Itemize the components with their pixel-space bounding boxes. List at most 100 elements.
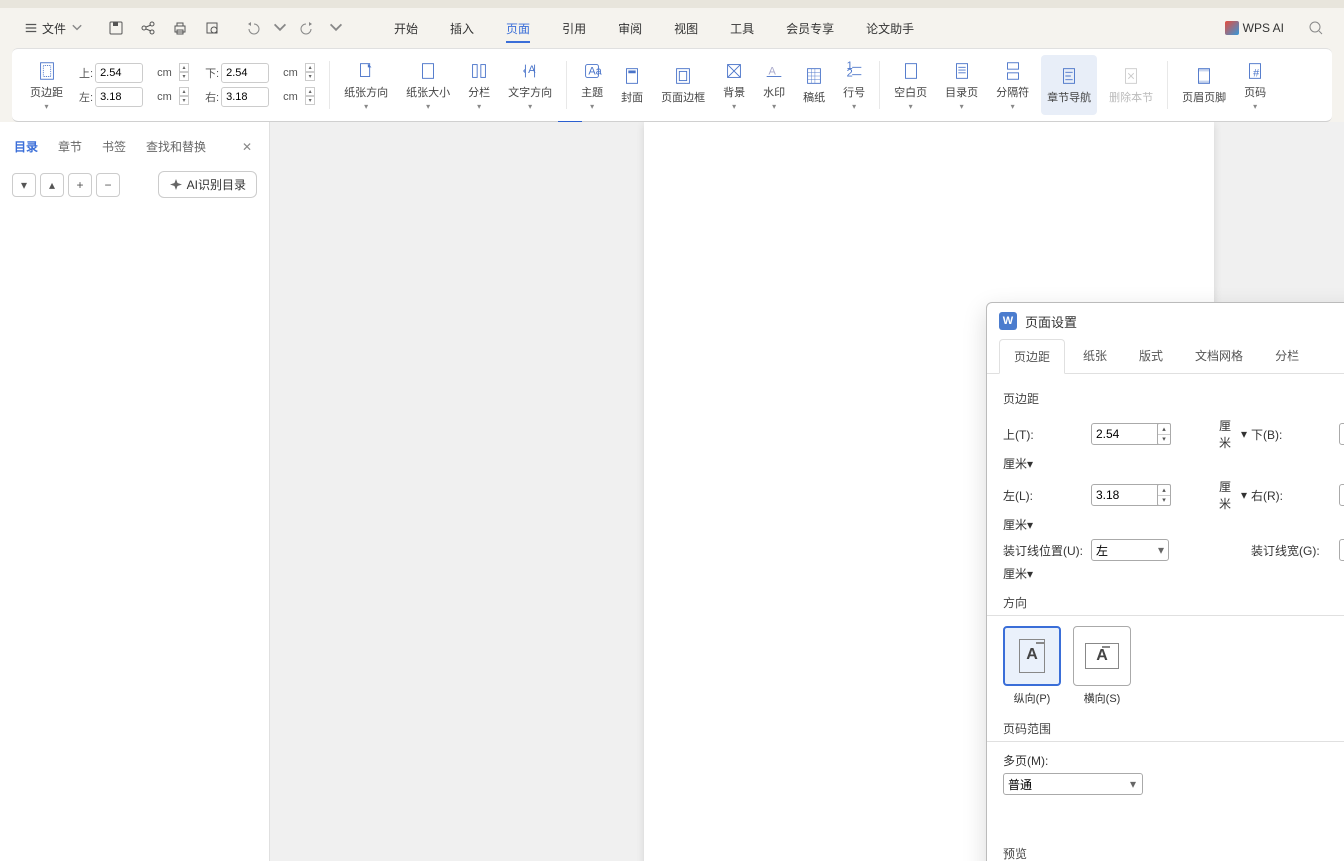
sidebar-tab-chapters[interactable]: 章节 xyxy=(56,134,84,159)
toc-page-button[interactable]: 目录页 xyxy=(939,55,984,115)
landscape-button[interactable]: A xyxy=(1073,626,1131,686)
print-preview-button[interactable] xyxy=(200,16,224,40)
multi-page-combo[interactable]: 普通 xyxy=(1003,773,1143,795)
landscape-label: 横向(S) xyxy=(1084,690,1121,706)
dialog-tab-columns[interactable]: 分栏 xyxy=(1261,339,1313,373)
delete-chapter-button: 删除本节 xyxy=(1103,55,1159,115)
svg-text:#: # xyxy=(1253,67,1260,79)
margin-left-input[interactable] xyxy=(95,87,143,107)
margin-left-spinner[interactable]: ▴▾ xyxy=(179,87,191,107)
line-number-button[interactable]: 12行号 xyxy=(837,55,871,115)
margin-top-spinner[interactable]: ▴▾ xyxy=(179,63,191,83)
search-button[interactable] xyxy=(1304,16,1328,40)
margin-right-label: 右: xyxy=(205,89,219,105)
ribbon: 页边距 上: cm ▴▾ 左: cm ▴▾ 下: cm ▴▾ 右: cm ▴▾ … xyxy=(12,48,1332,122)
sidebar-tab-bookmarks[interactable]: 书签 xyxy=(100,134,128,159)
tab-page[interactable]: 页面 xyxy=(492,12,544,45)
page-number-button[interactable]: #页码 xyxy=(1238,55,1272,115)
paper-size-button[interactable]: 纸张大小 xyxy=(400,55,456,115)
undo-button[interactable] xyxy=(240,16,264,40)
dlg-left-spinner[interactable]: ▴▾ xyxy=(1157,484,1171,506)
tab-member[interactable]: 会员专享 xyxy=(772,12,848,45)
undo-redo-group xyxy=(240,16,348,40)
margin-bottom-spinner[interactable]: ▴▾ xyxy=(305,63,317,83)
columns-button[interactable]: 分栏 xyxy=(462,55,496,115)
dlg-right-label: 右(R): xyxy=(1251,487,1335,504)
cover-button[interactable]: 封面 xyxy=(615,55,649,115)
margin-right-spinner[interactable]: ▴▾ xyxy=(305,87,317,107)
dlg-top-unit[interactable]: 厘米▾ xyxy=(1219,417,1247,451)
dialog-tab-grid[interactable]: 文档网格 xyxy=(1181,339,1257,373)
wps-ai-button[interactable]: WPS AI xyxy=(1225,21,1284,35)
dlg-left-input[interactable] xyxy=(1091,484,1161,506)
ai-sparkle-icon xyxy=(169,178,183,192)
margin-bottom-label: 下: xyxy=(205,65,219,81)
save-button[interactable] xyxy=(104,16,128,40)
sidebar-close-button[interactable]: ✕ xyxy=(237,137,257,157)
chevron-down-icon xyxy=(70,21,84,35)
print-button[interactable] xyxy=(168,16,192,40)
dlg-gutter-unit[interactable]: 厘米▾ xyxy=(1003,565,1087,582)
document-canvas[interactable]: W 页面设置 ✕ 页边距 纸张 版式 文档网格 分栏 页边距 上(T): ▴▾ … xyxy=(270,122,1344,861)
tab-tools[interactable]: 工具 xyxy=(716,12,768,45)
preview-section-header: 预览 xyxy=(1003,845,1344,861)
share-button[interactable] xyxy=(136,16,160,40)
separator-button[interactable]: 分隔符 xyxy=(990,55,1035,115)
watermark-button[interactable]: A水印 xyxy=(757,55,791,115)
margin-top-input[interactable] xyxy=(95,63,143,83)
portrait-button[interactable]: A xyxy=(1003,626,1061,686)
margin-right-input[interactable] xyxy=(221,87,269,107)
ai-detect-toc-button[interactable]: AI识别目录 xyxy=(158,171,257,198)
chapter-nav-button[interactable]: 章节导航 xyxy=(1041,55,1097,115)
nav-up-button[interactable]: ▴ xyxy=(40,173,64,197)
wps-ai-icon xyxy=(1225,21,1239,35)
menubar: 文件 开始 插入 页面 引用 审阅 视图 工具 会员专享 论文助手 WPS AI xyxy=(0,8,1344,48)
tab-view[interactable]: 视图 xyxy=(660,12,712,45)
dialog-titlebar[interactable]: W 页面设置 ✕ xyxy=(987,303,1344,339)
dlg-top-input[interactable] xyxy=(1091,423,1161,445)
dlg-gutter-pos-combo[interactable]: 左 xyxy=(1091,539,1169,561)
dlg-left-unit[interactable]: 厘米▾ xyxy=(1219,478,1247,512)
page-margins-button[interactable]: 页边距 xyxy=(24,55,69,115)
dlg-bottom-unit[interactable]: 厘米▾ xyxy=(1003,455,1087,472)
tab-review[interactable]: 审阅 xyxy=(604,12,656,45)
dlg-gutter-pos-label: 装订线位置(U): xyxy=(1003,542,1087,559)
background-button[interactable]: 背景 xyxy=(717,55,751,115)
svg-text:Aa: Aa xyxy=(588,65,602,77)
header-footer-button[interactable]: 页眉页脚 xyxy=(1176,55,1232,115)
redo-dropdown[interactable] xyxy=(324,16,348,40)
margin-left-label: 左: xyxy=(79,89,93,105)
dlg-right-unit[interactable]: 厘米▾ xyxy=(1003,516,1087,533)
tab-start[interactable]: 开始 xyxy=(380,12,432,45)
theme-button[interactable]: Aa主题 xyxy=(575,55,609,115)
title-bar-strip xyxy=(0,0,1344,8)
svg-text:A: A xyxy=(769,65,777,77)
blank-page-button[interactable]: 空白页 xyxy=(888,55,933,115)
multi-page-label: 多页(M): xyxy=(1003,754,1048,768)
redo-button[interactable] xyxy=(296,16,320,40)
dlg-bottom-input[interactable] xyxy=(1339,423,1344,445)
orientation-button[interactable]: 纸张方向 xyxy=(338,55,394,115)
dlg-gutter-width-input[interactable] xyxy=(1339,539,1344,561)
text-direction-button[interactable]: A文字方向 xyxy=(502,55,558,115)
page-border-button[interactable]: 页面边框 xyxy=(655,55,711,115)
svg-text:A: A xyxy=(528,63,536,75)
dlg-top-spinner[interactable]: ▴▾ xyxy=(1157,423,1171,445)
sidebar-tab-findreplace[interactable]: 查找和替换 xyxy=(144,134,208,159)
nav-remove-button[interactable]: − xyxy=(96,173,120,197)
dlg-right-input[interactable] xyxy=(1339,484,1344,506)
sidebar-tab-toc[interactable]: 目录 xyxy=(12,134,40,159)
dialog-tab-margins[interactable]: 页边距 xyxy=(999,339,1065,374)
tab-reference[interactable]: 引用 xyxy=(548,12,600,45)
dialog-tab-paper[interactable]: 纸张 xyxy=(1069,339,1121,373)
undo-dropdown[interactable] xyxy=(268,16,292,40)
margin-bottom-input[interactable] xyxy=(221,63,269,83)
tab-thesis-helper[interactable]: 论文助手 xyxy=(852,12,928,45)
nav-add-button[interactable]: + xyxy=(68,173,92,197)
dialog-tab-layout[interactable]: 版式 xyxy=(1125,339,1177,373)
tab-insert[interactable]: 插入 xyxy=(436,12,488,45)
orientation-section-header: 方向 xyxy=(1003,594,1344,611)
file-menu-button[interactable]: 文件 xyxy=(16,16,92,41)
nav-down-button[interactable]: ▾ xyxy=(12,173,36,197)
manuscript-button[interactable]: 稿纸 xyxy=(797,55,831,115)
